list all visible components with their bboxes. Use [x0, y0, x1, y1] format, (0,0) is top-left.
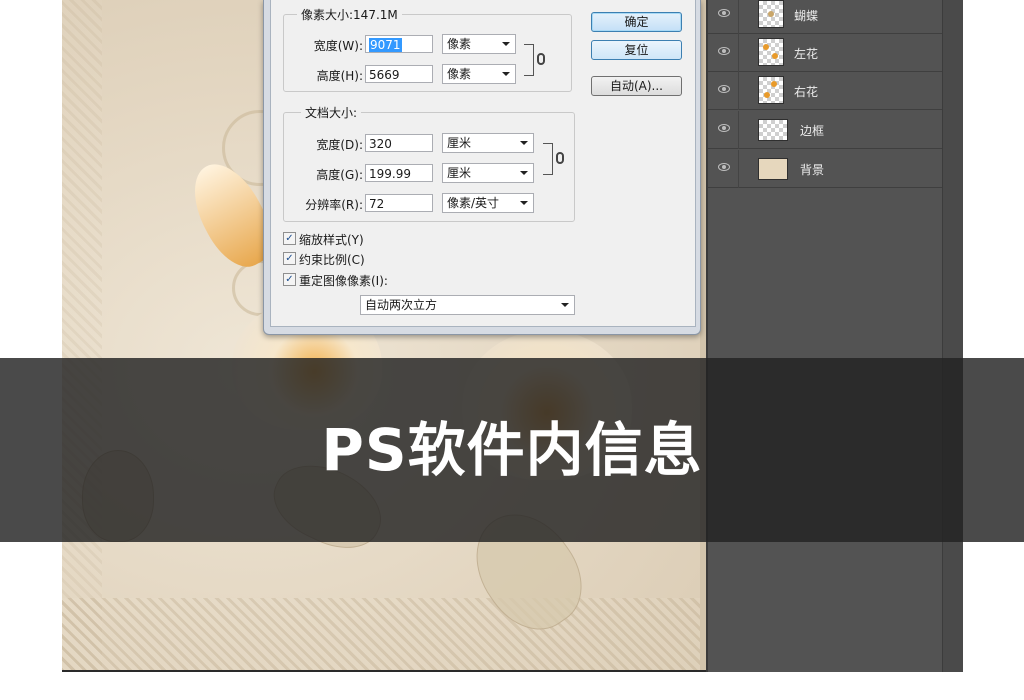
chevron-down-icon [561, 303, 569, 307]
layer-name: 边框 [800, 124, 825, 138]
dialog-body: 像素大小:147.1M 宽度(W): 9071 像素 高度(H): 5669 像… [270, 0, 696, 327]
doc-width-unit-value: 厘米 [447, 136, 472, 150]
doc-height-unit-value: 厘米 [447, 166, 472, 180]
chevron-down-icon [502, 42, 510, 46]
doc-height-label: 高度(G): [316, 168, 363, 182]
pixel-height-unit-value: 像素 [447, 67, 472, 81]
flower-thumb-mark [764, 92, 770, 98]
link-chain-icon[interactable] [556, 152, 564, 164]
butterfly-thumb-mark [768, 11, 774, 17]
doc-height-input[interactable]: 199.99 [365, 164, 433, 182]
chevron-down-icon [520, 201, 528, 205]
pixel-width-value: 9071 [369, 38, 402, 52]
pixel-width-input[interactable]: 9071 [365, 35, 433, 53]
layer-name: 右花 [794, 85, 819, 99]
document-link-bracket [543, 143, 553, 175]
canvas-bottom-edge [62, 670, 706, 672]
canvas-border-left [62, 0, 102, 672]
eye-icon[interactable] [718, 9, 730, 17]
chevron-down-icon [520, 171, 528, 175]
layer-row[interactable]: 边框 [708, 111, 942, 149]
constrain-proportions-checkbox[interactable]: ✓ [283, 252, 296, 265]
flower-thumb-mark [771, 81, 777, 87]
resolution-label: 分辨率(R): [305, 198, 363, 212]
pixel-dimensions-title: 像素大小:147.1M [297, 6, 402, 23]
layer-row[interactable]: 右花 [708, 72, 942, 110]
flower-thumb-mark [763, 44, 769, 50]
reset-button[interactable]: 复位 [591, 40, 682, 60]
layer-thumbnail [758, 0, 784, 28]
pixel-height-unit-select[interactable]: 像素 [442, 64, 516, 84]
flower-thumb-mark [772, 53, 778, 59]
resample-method-select[interactable]: 自动两次立方 [360, 295, 575, 315]
eye-icon[interactable] [718, 47, 730, 55]
link-chain-icon[interactable] [537, 53, 545, 65]
pixel-width-label: 宽度(W): [313, 39, 363, 53]
chevron-down-icon [502, 72, 510, 76]
canvas-border-bottom [62, 598, 702, 672]
resolution-unit-select[interactable]: 像素/英寸 [442, 193, 534, 213]
layer-name: 背景 [800, 163, 825, 177]
layer-thumbnail [758, 76, 784, 104]
resolution-input[interactable]: 72 [365, 194, 433, 212]
resample-method-value: 自动两次立方 [365, 298, 438, 312]
auto-button[interactable]: 自动(A)... [591, 76, 682, 96]
resolution-unit-value: 像素/英寸 [447, 196, 500, 210]
chevron-down-icon [520, 141, 528, 145]
caption-banner: PS软件内信息 [0, 358, 1024, 542]
pixel-link-bracket [524, 44, 534, 76]
doc-width-input[interactable]: 320 [365, 134, 433, 152]
doc-width-unit-select[interactable]: 厘米 [442, 133, 534, 153]
divider [738, 0, 739, 34]
layer-name: 蝴蝶 [794, 9, 819, 23]
resample-image-checkbox[interactable]: ✓ [283, 273, 296, 286]
banner-title: PS软件内信息 [321, 416, 703, 484]
eye-icon[interactable] [718, 163, 730, 171]
layer-row[interactable]: 左花 [708, 34, 942, 72]
layer-thumbnail [758, 158, 788, 180]
pixel-width-unit-select[interactable]: 像素 [442, 34, 516, 54]
pixel-height-input[interactable]: 5669 [365, 65, 433, 83]
doc-width-label: 宽度(D): [316, 138, 363, 152]
resample-image-label: 重定图像像素(I): [299, 274, 388, 288]
pixel-width-unit-value: 像素 [447, 37, 472, 51]
constrain-proportions-label: 约束比例(C) [299, 253, 365, 267]
layers-scrollbar[interactable] [942, 0, 963, 672]
divider [738, 150, 739, 188]
divider [738, 111, 739, 149]
divider [738, 72, 739, 110]
layer-row[interactable]: 蝴蝶 [708, 0, 942, 34]
eye-icon[interactable] [718, 124, 730, 132]
layer-name: 左花 [794, 47, 819, 61]
doc-height-unit-select[interactable]: 厘米 [442, 163, 534, 183]
divider [738, 34, 739, 72]
document-size-title: 文档大小: [301, 104, 362, 121]
pixel-height-label: 高度(H): [316, 69, 363, 83]
eye-icon[interactable] [718, 85, 730, 93]
scale-styles-checkbox[interactable]: ✓ [283, 232, 296, 245]
image-size-dialog: 像素大小:147.1M 宽度(W): 9071 像素 高度(H): 5669 像… [263, 0, 701, 335]
layer-thumbnail [758, 38, 784, 66]
ok-button[interactable]: 确定 [591, 12, 682, 32]
layer-thumbnail [758, 119, 788, 141]
scale-styles-label: 缩放样式(Y) [299, 233, 364, 247]
layer-row[interactable]: 背景 [708, 150, 942, 188]
